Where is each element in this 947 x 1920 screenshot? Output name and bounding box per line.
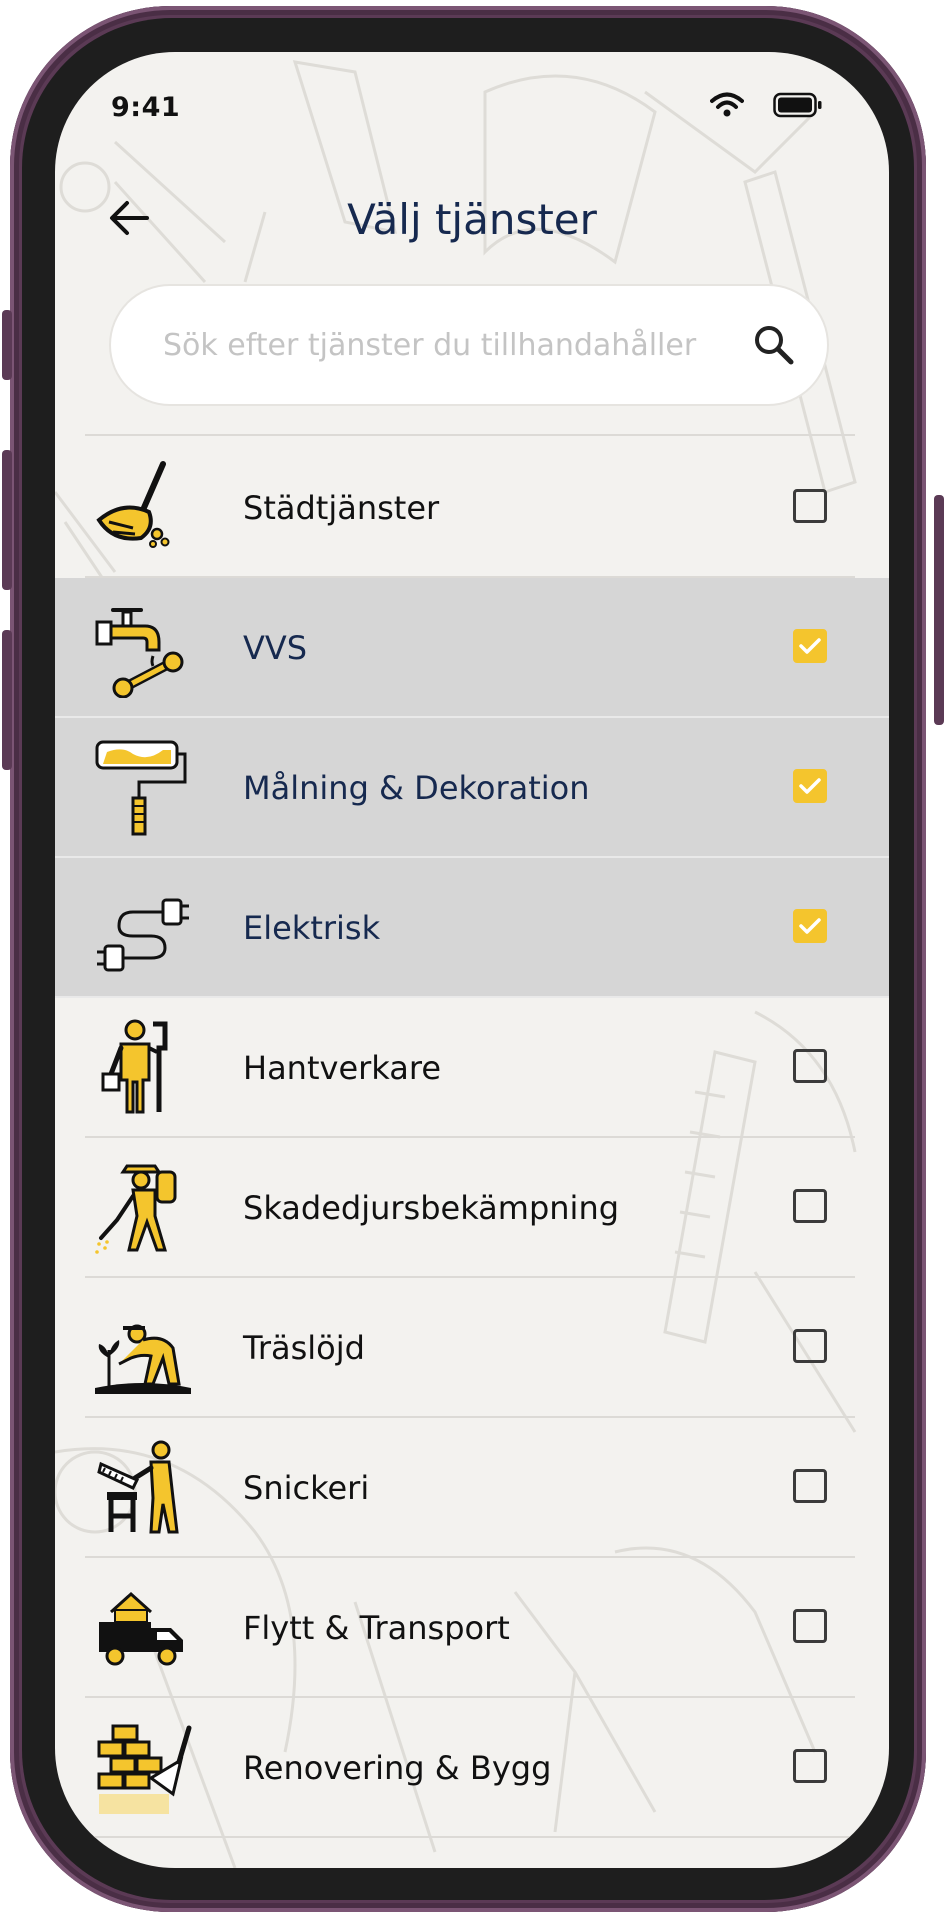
carpenter-saw-icon — [93, 1438, 193, 1538]
service-label: Träslöjd — [243, 1329, 365, 1367]
service-checkbox[interactable] — [793, 909, 827, 943]
service-checkbox[interactable] — [793, 1049, 827, 1083]
service-label: Flytt & Transport — [243, 1609, 510, 1647]
pest-control-icon — [93, 1158, 193, 1258]
battery-icon — [773, 92, 822, 118]
service-row-flytt[interactable]: Flytt & Transport — [55, 1558, 889, 1698]
service-checkbox[interactable] — [793, 1749, 827, 1783]
wifi-icon — [710, 92, 744, 117]
status-bar: 9:41 — [55, 52, 889, 162]
service-row-snickeri[interactable]: Snickeri — [55, 1418, 889, 1558]
service-checkbox[interactable] — [793, 1469, 827, 1503]
service-row-malning[interactable]: Målning & Dekoration — [55, 718, 889, 858]
service-checkbox[interactable] — [793, 1609, 827, 1643]
check-icon — [799, 918, 821, 934]
service-checkbox[interactable] — [793, 489, 827, 523]
gardener-icon — [93, 1298, 193, 1398]
bricks-trowel-icon — [93, 1718, 193, 1818]
search-input[interactable] — [161, 316, 735, 374]
service-label: Renovering & Bygg — [243, 1749, 552, 1787]
page-title: Välj tjänster — [347, 195, 597, 244]
service-row-renovering[interactable]: Renovering & Bygg — [55, 1698, 889, 1838]
paint-roller-icon — [93, 738, 193, 838]
header: Välj tjänster — [55, 172, 889, 262]
service-row-traslojd[interactable]: Träslöjd — [55, 1278, 889, 1418]
service-row-elektrisk[interactable]: Elektrisk — [55, 858, 889, 998]
list-divider — [85, 434, 855, 436]
moving-truck-icon — [93, 1578, 193, 1678]
service-checkbox[interactable] — [793, 629, 827, 663]
service-label: Städtjänster — [243, 489, 440, 527]
service-row-skadedjur[interactable]: Skadedjursbekämpning — [55, 1138, 889, 1278]
check-icon — [799, 778, 821, 794]
faucet-wrench-icon — [93, 598, 193, 699]
electric-plug-icon — [93, 878, 193, 978]
phone-power-button — [934, 495, 944, 725]
phone-volume-up — [2, 450, 12, 590]
service-checkbox[interactable] — [793, 769, 827, 803]
service-checkbox[interactable] — [793, 1329, 827, 1363]
service-row-hantverkare[interactable]: Hantverkare — [55, 998, 889, 1138]
check-icon — [799, 638, 821, 654]
arrow-left-icon — [110, 201, 149, 235]
service-list: Städtjänster VVS Målning & Dekoration El… — [55, 438, 889, 1838]
service-label: Hantverkare — [243, 1049, 441, 1087]
service-row-stadtjanster[interactable]: Städtjänster — [55, 438, 889, 578]
status-time: 9:41 — [111, 92, 181, 123]
service-label: Målning & Dekoration — [243, 769, 590, 807]
phone-volume-down — [2, 630, 12, 770]
search-icon[interactable] — [753, 324, 795, 366]
app-screen: 9:41 Välj tjänster Sök efter tjänster du… — [55, 52, 889, 1868]
service-row-vvs[interactable]: VVS — [55, 578, 889, 718]
phone-side-button — [2, 310, 12, 380]
service-label: Snickeri — [243, 1469, 370, 1507]
service-label: VVS — [243, 629, 308, 667]
back-button[interactable] — [107, 198, 157, 242]
row-divider — [85, 1836, 855, 1838]
handyman-icon — [93, 1018, 193, 1118]
search-bar — [111, 286, 827, 404]
service-checkbox[interactable] — [793, 1189, 827, 1223]
service-label: Elektrisk — [243, 909, 381, 947]
service-label: Skadedjursbekämpning — [243, 1189, 620, 1227]
broom-icon — [93, 458, 193, 558]
